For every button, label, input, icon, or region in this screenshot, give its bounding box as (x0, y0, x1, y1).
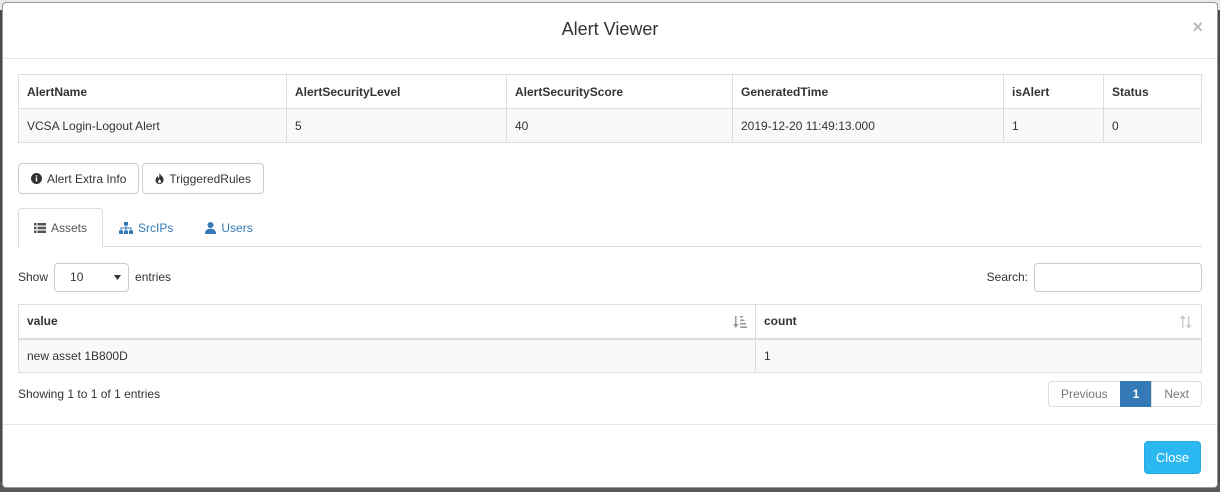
page-length-select[interactable]: 10 (54, 262, 130, 292)
entries-label: entries (135, 270, 172, 284)
column-header-label: value (27, 314, 58, 329)
modal-title: Alert Viewer (561, 19, 659, 39)
tab-users[interactable]: Users (189, 208, 268, 247)
search-label: Search: (986, 270, 1028, 284)
table-cell: 5 (286, 108, 507, 143)
search-control: Search: (986, 262, 1202, 292)
column-header: AlertName (18, 74, 287, 109)
count-column-header[interactable]: count (755, 304, 1202, 340)
column-header: isAlert (1003, 74, 1104, 109)
table-cell: 2019-12-20 11:49:13.000 (732, 108, 1004, 143)
tab-assets[interactable]: Assets (18, 208, 104, 248)
table-cell: new asset 1B800D (18, 338, 756, 373)
value-column-header[interactable]: value (18, 304, 756, 340)
alert-summary-table: AlertName AlertSecurityLevel AlertSecuri… (18, 74, 1202, 143)
previous-page-button[interactable]: Previous (1047, 381, 1121, 407)
table-header-row: value count (18, 304, 1202, 340)
pagination: Previous 1 Next (1047, 381, 1202, 407)
table-row: VCSA Login-Logout Alert 5 40 2019-12-20 … (18, 108, 1202, 143)
network-icon (119, 221, 134, 234)
table-row: new asset 1B800D 1 (18, 338, 1202, 373)
alert-viewer-modal: Alert Viewer × AlertName AlertSecurityLe… (2, 2, 1218, 488)
triggered-rules-label: TriggeredRules (169, 171, 251, 186)
table-cell: VCSA Login-Logout Alert (18, 108, 287, 143)
assets-table: value count new asset 1B800D 1 (18, 304, 1202, 373)
table-cell: 0 (1103, 108, 1202, 143)
sort-ascending-icon (733, 315, 747, 329)
sort-both-icon (1179, 315, 1193, 329)
tab-label: SrcIPs (138, 220, 174, 235)
page-length-control: Show 10 entries (18, 262, 172, 292)
tab-label: Assets (51, 221, 88, 235)
table-cell: 1 (1003, 108, 1104, 143)
next-page-button[interactable]: Next (1151, 381, 1202, 407)
tab-label: Users (221, 220, 253, 235)
tab-srcips[interactable]: SrcIPs (103, 208, 189, 247)
action-buttons: Alert Extra Info TriggeredRules (18, 163, 1202, 194)
table-info: Showing 1 to 1 of 1 entries (18, 387, 161, 401)
column-header: GeneratedTime (732, 74, 1004, 109)
page-length-value: 10 (70, 270, 84, 284)
table-cell: 40 (506, 108, 733, 143)
show-label: Show (18, 270, 49, 284)
page-1-button[interactable]: 1 (1119, 381, 1153, 407)
user-icon (205, 221, 217, 234)
search-input[interactable] (1034, 262, 1202, 292)
alert-extra-info-button[interactable]: Alert Extra Info (18, 163, 140, 194)
alert-extra-info-label: Alert Extra Info (47, 171, 127, 186)
modal-header: Alert Viewer × (3, 3, 1217, 59)
column-header: AlertSecurityLevel (286, 74, 507, 109)
column-header-label: count (764, 314, 797, 329)
datatable-controls: Show 10 entries Search: (18, 262, 1202, 292)
modal-body: AlertName AlertSecurityLevel AlertSecuri… (18, 74, 1202, 407)
list-icon (34, 223, 46, 233)
detail-tabs: Assets SrcIPs Users (18, 208, 1202, 248)
datatable-footer: Showing 1 to 1 of 1 entries Previous 1 N… (18, 381, 1202, 407)
fire-icon (155, 173, 164, 184)
triggered-rules-button[interactable]: TriggeredRules (142, 163, 264, 194)
caret-down-icon (114, 274, 122, 280)
close-button[interactable]: Close (1144, 441, 1201, 474)
close-icon[interactable]: × (1192, 17, 1203, 37)
column-header: Status (1103, 74, 1202, 109)
table-header-row: AlertName AlertSecurityLevel AlertSecuri… (18, 74, 1202, 109)
info-circle-icon (31, 173, 42, 184)
column-header: AlertSecurityScore (506, 74, 733, 109)
table-cell: 1 (755, 338, 1202, 373)
modal-footer: Close (3, 424, 1217, 487)
